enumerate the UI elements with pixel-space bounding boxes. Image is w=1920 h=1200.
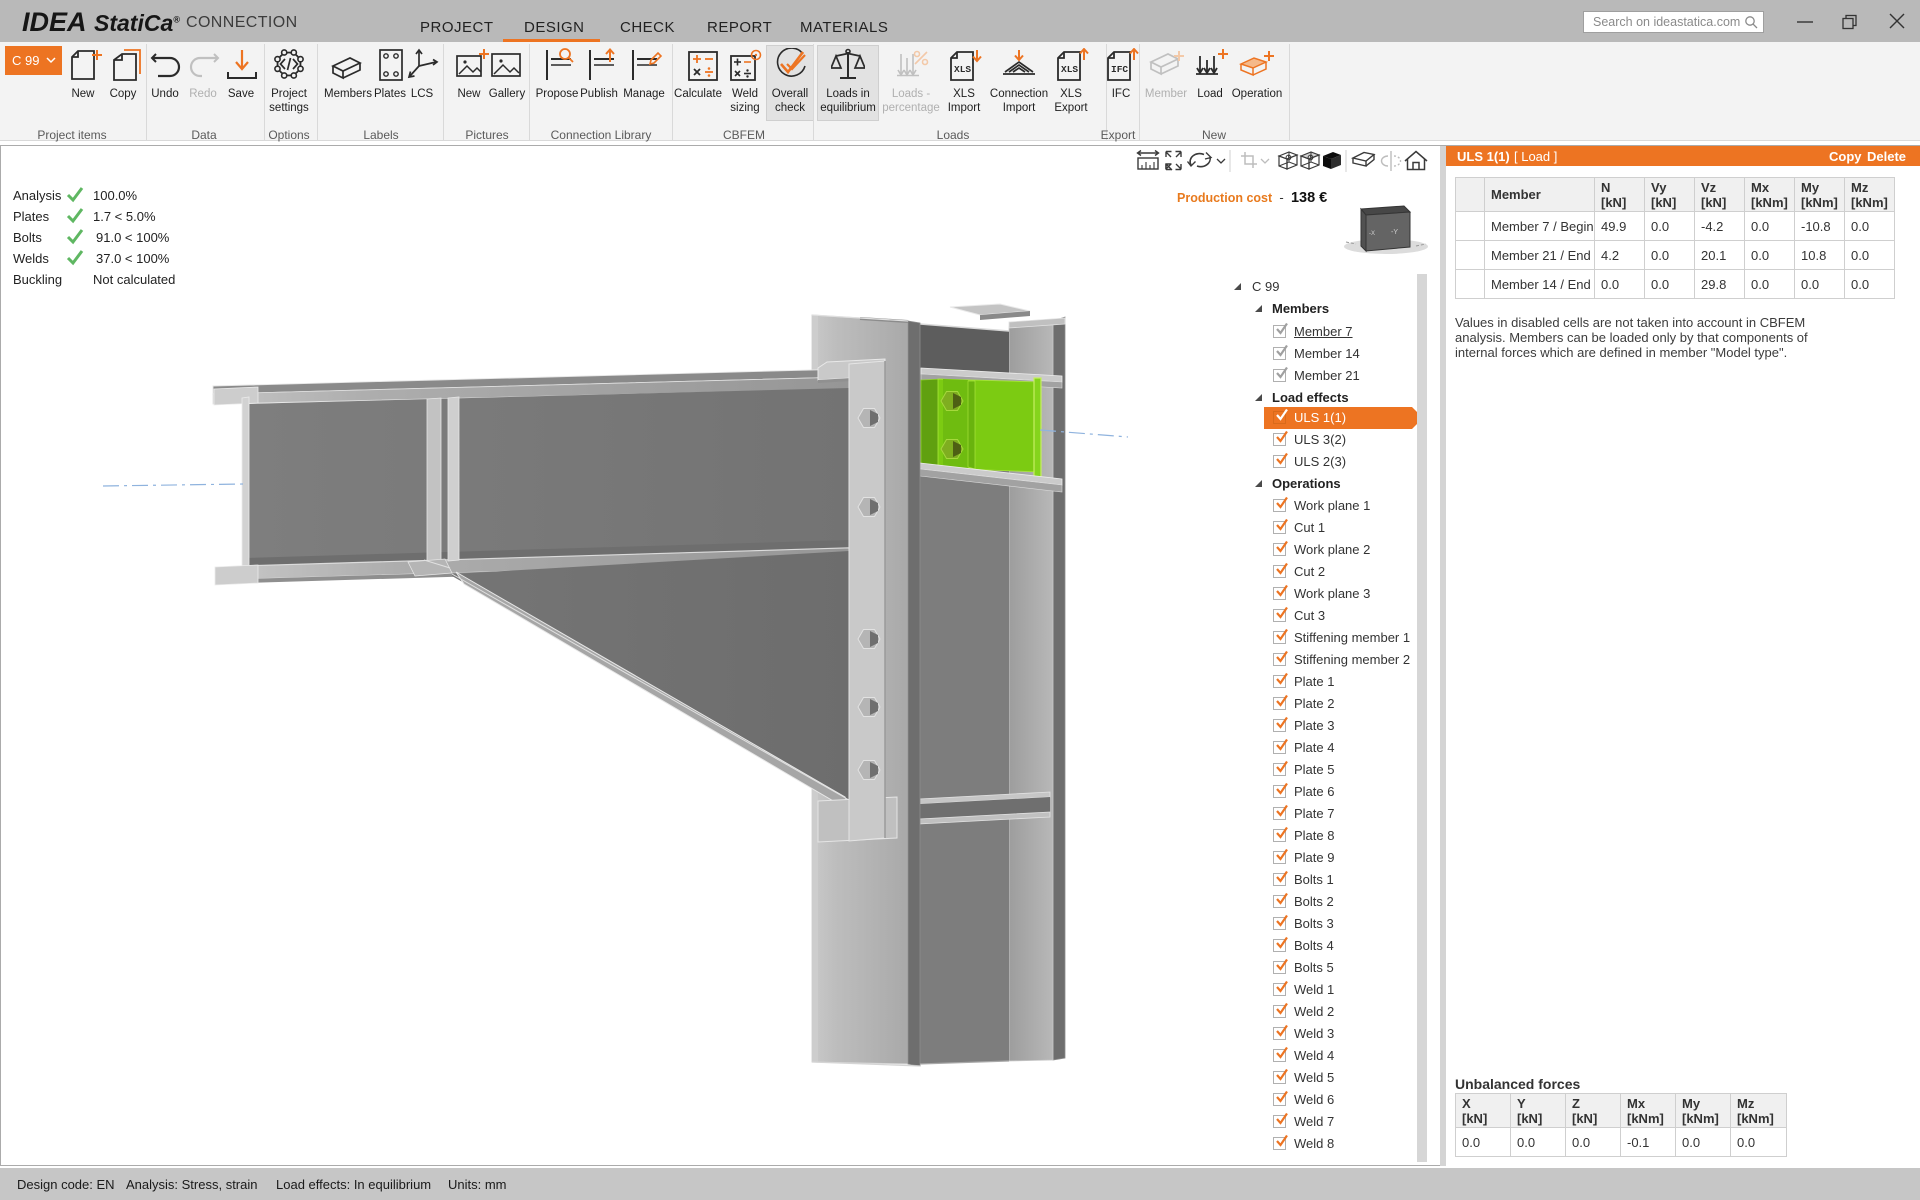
svg-text:-X: -X: [1369, 231, 1375, 237]
svg-text:XLS: XLS: [954, 64, 971, 75]
svg-text:-Y: -Y: [1391, 229, 1398, 236]
svg-text:XLS: XLS: [1061, 64, 1078, 75]
svg-text:IFC: IFC: [1111, 64, 1128, 75]
